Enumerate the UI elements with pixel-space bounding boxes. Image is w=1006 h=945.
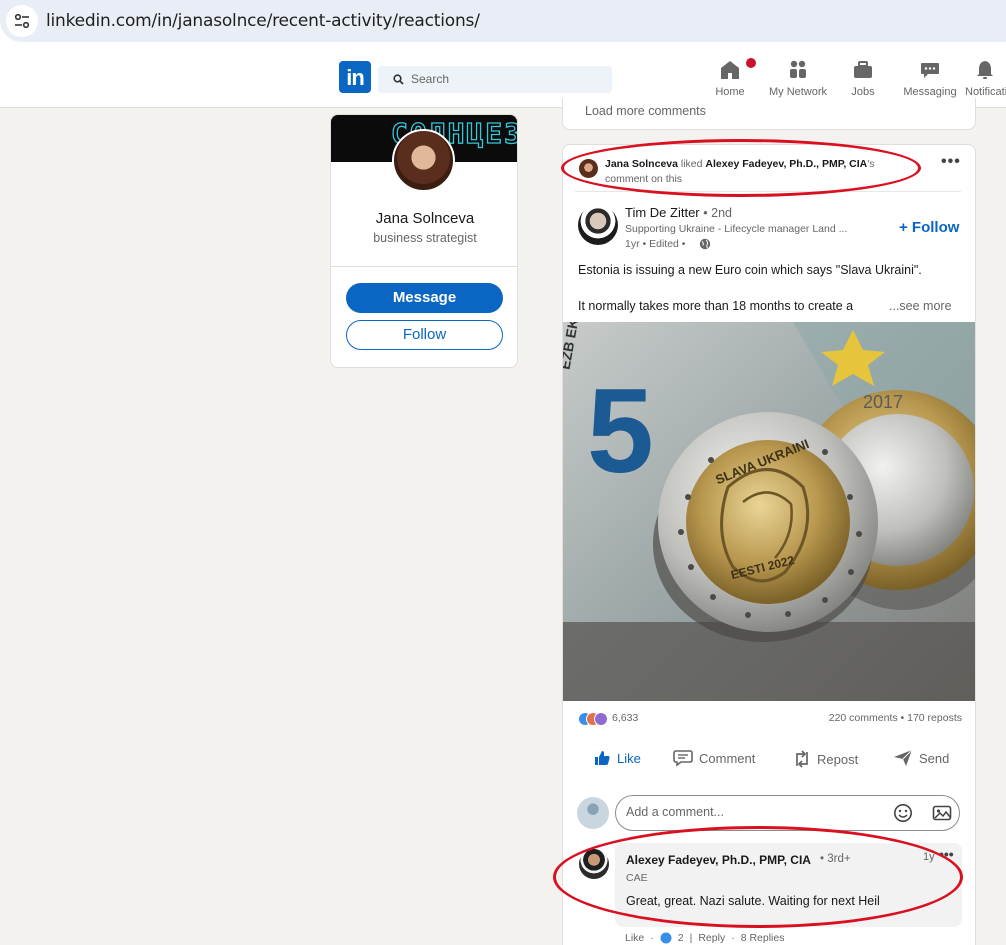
- like-reaction-icon: [660, 932, 672, 944]
- current-user-avatar[interactable]: [577, 797, 609, 829]
- comment-placeholder: Add a comment...: [626, 805, 724, 819]
- post-time: 1yr • Edited •: [625, 238, 686, 250]
- home-icon: [721, 61, 739, 79]
- author-name[interactable]: Tim De Zitter: [625, 205, 700, 220]
- send-icon: [894, 749, 913, 766]
- search-input[interactable]: Search: [378, 66, 612, 93]
- author-degree: • 2nd: [703, 206, 732, 220]
- search-placeholder: Search: [411, 72, 450, 86]
- comment-text: Great, great. Nazi salute. Waiting for n…: [626, 894, 880, 908]
- author-avatar[interactable]: [578, 205, 618, 245]
- banknote-digit: 5: [587, 364, 654, 498]
- load-more-comments-link[interactable]: Load more comments: [585, 104, 706, 118]
- comment-actions: Like · 2 | Reply · 8 Replies: [625, 932, 785, 944]
- activity-avatar[interactable]: [579, 159, 598, 178]
- image-icon[interactable]: [932, 803, 952, 823]
- comment-reply-button[interactable]: Reply: [698, 932, 725, 944]
- commenter-degree: • 3rd+: [820, 853, 851, 865]
- site-settings-icon[interactable]: [6, 5, 38, 37]
- avatar[interactable]: [392, 129, 455, 192]
- post-stats: 6,633 220 comments • 170 reposts: [578, 711, 962, 727]
- commenter-headline: CAE: [626, 872, 648, 884]
- reaction-count[interactable]: 6,633: [612, 712, 638, 724]
- activity-post-card: Jana Solnceva liked Alexey Fadeyev, Ph.D…: [562, 144, 976, 945]
- notification-badge: [744, 56, 758, 70]
- comment-icon: [673, 750, 693, 767]
- comment-time: 1y: [923, 851, 935, 863]
- briefcase-icon: [854, 61, 872, 78]
- follow-author-button[interactable]: + Follow: [899, 219, 959, 236]
- profile-name[interactable]: Jana Solnceva: [331, 210, 517, 227]
- url-text: linkedin.com/in/janasolnce/recent-activi…: [46, 11, 480, 31]
- globe-icon: [699, 238, 711, 250]
- post-text: Estonia is issuing a new Euro coin which…: [578, 263, 922, 277]
- profile-card: СОЛНЦЕЗ Jana Solnceva business strategis…: [330, 114, 518, 368]
- reactions-icon[interactable]: [578, 712, 610, 726]
- send-button[interactable]: Send: [893, 749, 949, 767]
- nav-home[interactable]: Home: [710, 56, 758, 98]
- nav-messaging[interactable]: Messaging: [900, 58, 960, 98]
- comment-more-icon[interactable]: •••: [939, 846, 954, 862]
- browser-address-bar: linkedin.com/in/janasolnce/recent-activi…: [0, 0, 1006, 48]
- post-image[interactable]: 5 EZB EKT 2017 SLAVA UKRAINI EESTI 2022: [563, 322, 975, 701]
- post-action-bar: Like Comment Repost Send: [563, 745, 975, 775]
- repost-icon: [796, 750, 808, 768]
- activity-target[interactable]: Alexey Fadeyev, Ph.D., PMP, CIA: [705, 158, 867, 170]
- profile-title: business strategist: [373, 231, 477, 245]
- comment-composer: Add a comment...: [577, 793, 962, 833]
- activity-suffix: comment on this: [605, 173, 683, 185]
- nav-notifications[interactable]: Notificati: [964, 58, 1006, 98]
- commenter-name[interactable]: Alexey Fadeyev, Ph.D., PMP, CIA: [626, 853, 811, 867]
- author-headline: Supporting Ukraine - Lifecycle manager L…: [625, 223, 848, 235]
- repost-button[interactable]: Repost: [793, 749, 858, 769]
- message-button[interactable]: Message: [346, 283, 503, 313]
- thumbs-up-icon: [595, 751, 610, 765]
- nav-jobs[interactable]: Jobs: [845, 58, 881, 98]
- network-icon: [790, 60, 806, 78]
- comments-reposts-count[interactable]: 220 comments • 170 reposts: [829, 712, 962, 724]
- comment-input[interactable]: Add a comment...: [615, 795, 960, 831]
- search-icon: [393, 74, 404, 85]
- comment-button[interactable]: Comment: [673, 749, 755, 767]
- divider: [331, 266, 517, 267]
- messaging-icon: [921, 63, 939, 78]
- see-more-link[interactable]: ...see more: [889, 299, 952, 313]
- more-options-icon[interactable]: •••: [941, 153, 961, 171]
- like-button[interactable]: Like: [593, 749, 641, 767]
- comment-like-count[interactable]: 2: [678, 932, 684, 944]
- url-field[interactable]: linkedin.com/in/janasolnce/recent-activi…: [0, 0, 1006, 42]
- activity-actor[interactable]: Jana Solnceva: [605, 158, 678, 170]
- linkedin-logo[interactable]: in: [339, 61, 371, 93]
- follow-button[interactable]: Follow: [346, 320, 503, 350]
- comment-item: Alexey Fadeyev, Ph.D., PMP, CIA • 3rd+ 1…: [577, 843, 962, 945]
- comment-replies-link[interactable]: 8 Replies: [741, 932, 785, 944]
- comment-like-button[interactable]: Like: [625, 932, 644, 944]
- emoji-icon[interactable]: [893, 803, 913, 823]
- commenter-avatar[interactable]: [579, 849, 609, 879]
- comment-bubble: Alexey Fadeyev, Ph.D., PMP, CIA • 3rd+ 1…: [615, 843, 962, 927]
- divider: [575, 191, 961, 192]
- coin2-year: 2017: [863, 392, 903, 412]
- nav-my-network[interactable]: My Network: [762, 58, 834, 98]
- previous-post-card: Load more comments: [562, 98, 976, 130]
- post-text: It normally takes more than 18 months to…: [578, 299, 854, 313]
- bell-icon: [977, 61, 993, 79]
- activity-verb: liked: [680, 158, 703, 170]
